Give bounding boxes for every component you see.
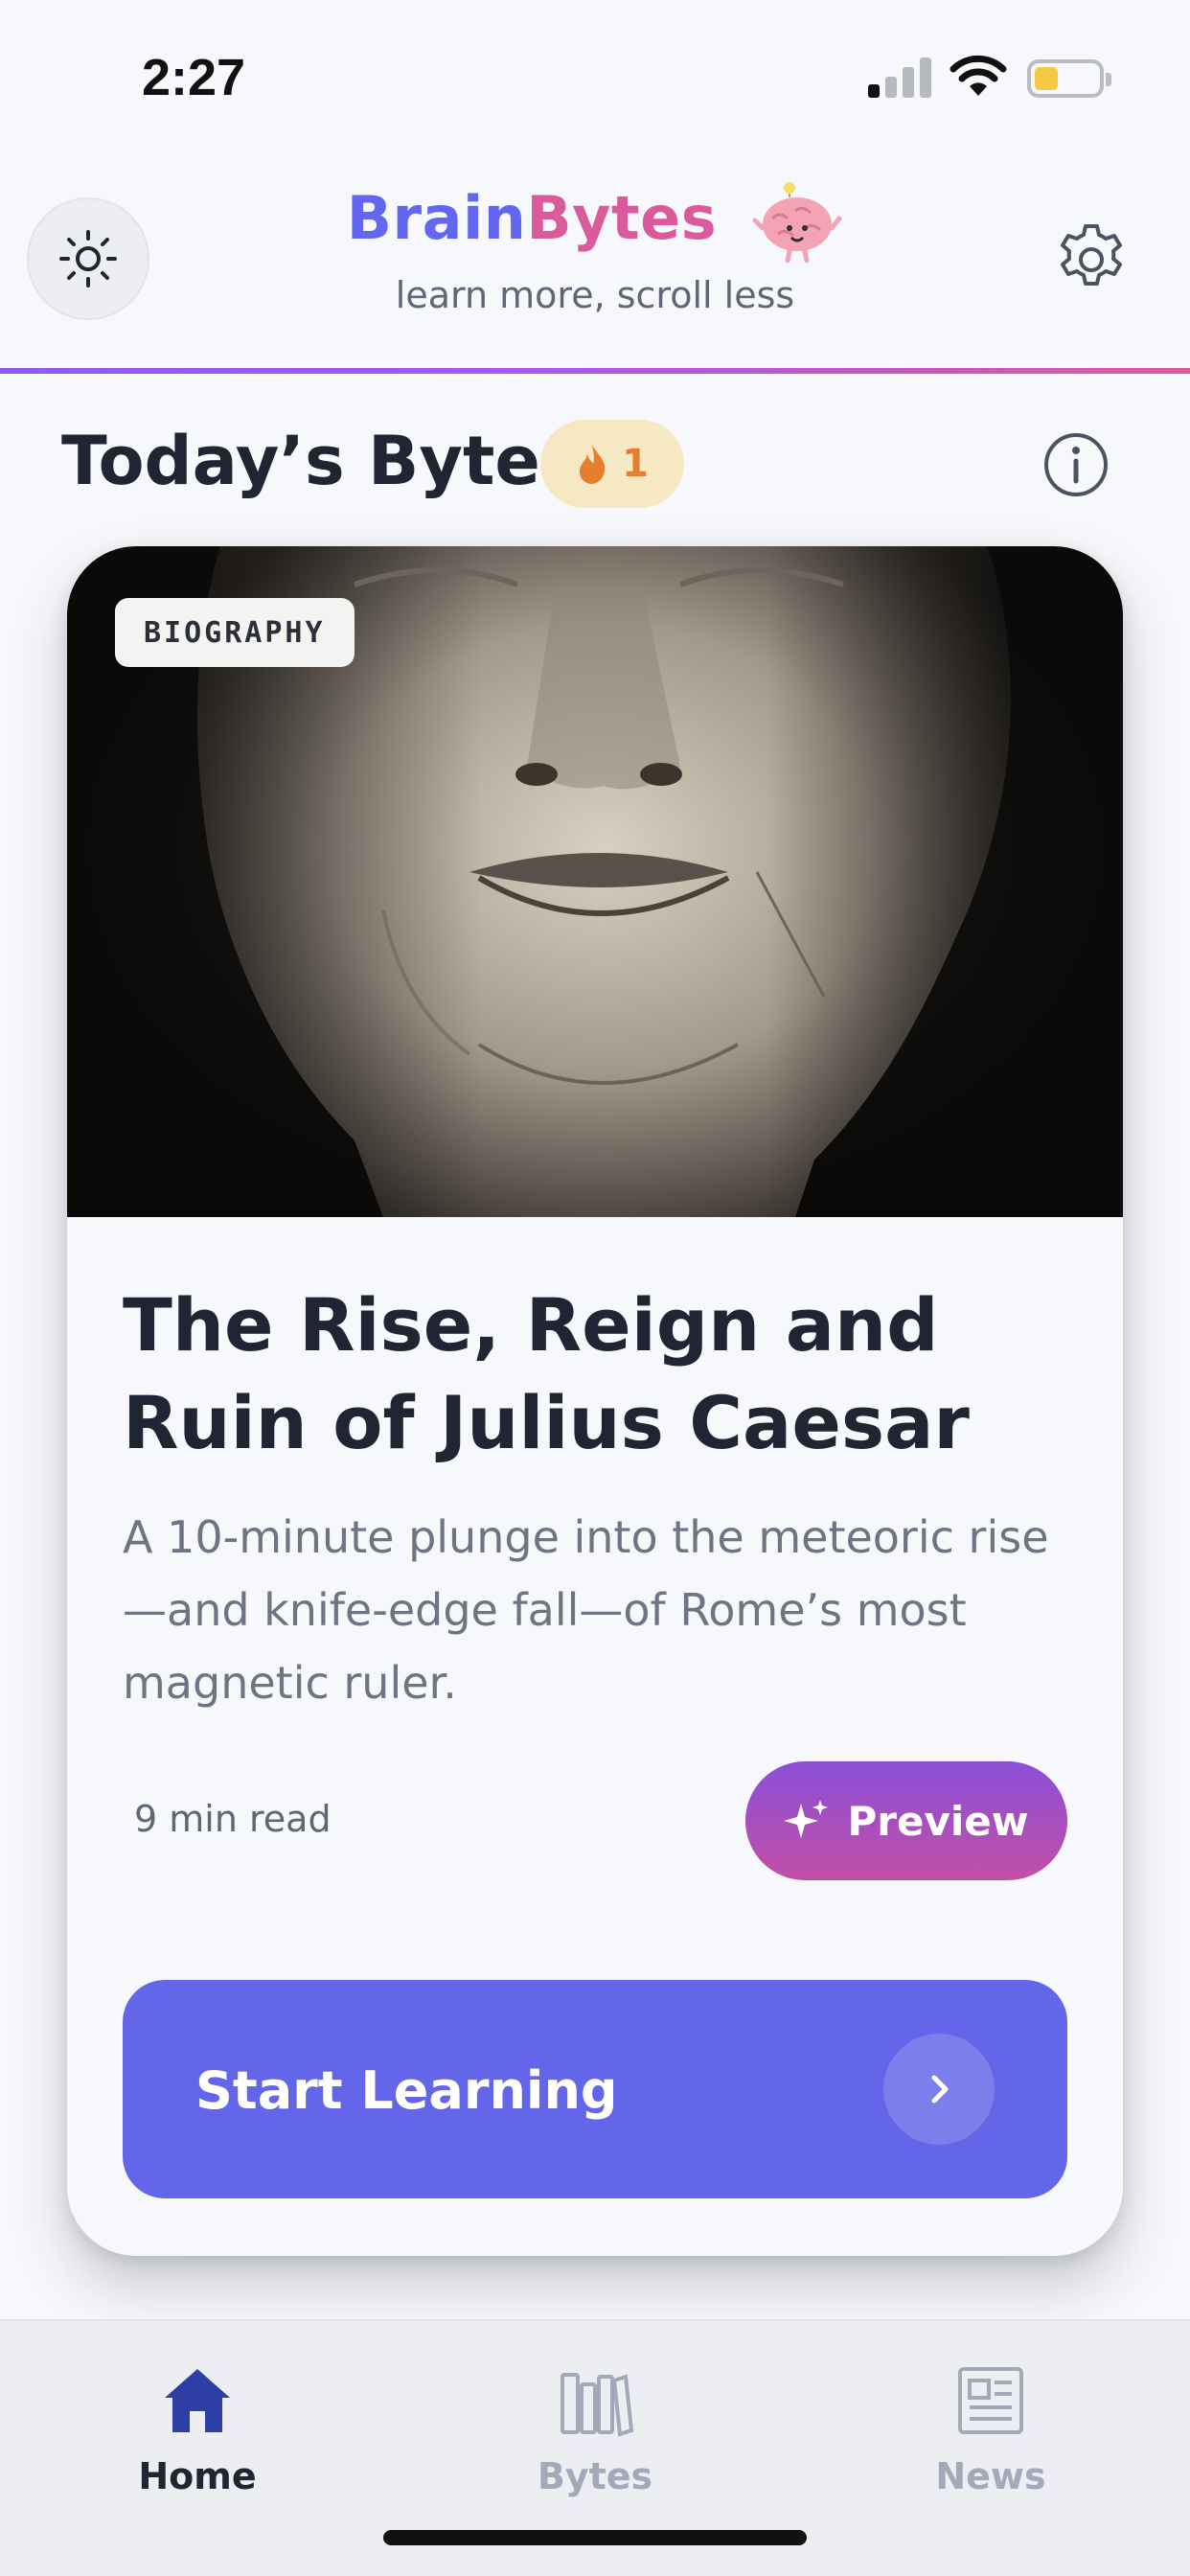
card-description: A 10-minute plunge into the meteoric ris… — [123, 1511, 1049, 1709]
cellular-signal-icon — [868, 58, 931, 98]
settings-button[interactable] — [1048, 217, 1134, 303]
streak-badge: 1 — [540, 420, 684, 508]
tab-news[interactable]: News — [876, 2344, 1106, 2536]
brand-name-part1: Brain — [346, 183, 527, 254]
hero-image: BIOGRAPHY — [67, 546, 1123, 1217]
tab-bytes-label: Bytes — [537, 2455, 653, 2497]
info-icon[interactable] — [1042, 431, 1110, 498]
card-title: The Rise, Reign and Ruin of Julius Caesa… — [123, 1282, 970, 1465]
tab-news-label: News — [935, 2455, 1046, 2497]
preview-button[interactable]: Preview — [745, 1761, 1067, 1880]
streak-count: 1 — [622, 442, 649, 486]
tagline: learn more, scroll less — [395, 274, 795, 316]
app-logo: BrainBytes — [0, 182, 1190, 263]
header-divider — [0, 368, 1190, 374]
tab-home[interactable]: Home — [82, 2344, 312, 2536]
section-title: Today’s Byte — [61, 422, 540, 500]
preview-label: Preview — [847, 1797, 1029, 1845]
flame-icon — [580, 445, 606, 484]
read-time: 9 min read — [134, 1798, 332, 1840]
books-icon — [561, 2373, 633, 2437]
tab-home-label: Home — [138, 2455, 257, 2497]
brand-name-part2: Bytes — [526, 183, 718, 254]
status-time: 2:27 — [142, 49, 246, 106]
category-tag: BIOGRAPHY — [115, 598, 355, 667]
start-learning-label: Start Learning — [195, 2060, 618, 2121]
wifi-icon — [950, 55, 1007, 96]
newspaper-icon — [958, 2367, 1023, 2434]
battery-icon — [1027, 59, 1111, 98]
home-indicator — [383, 2530, 807, 2545]
status-bar: 2:27 — [0, 0, 1190, 153]
todays-byte-card[interactable]: BIOGRAPHY The Rise, Reign and Ruin of Ju… — [67, 546, 1123, 2256]
chevron-right-icon — [883, 2034, 995, 2145]
gear-icon — [1061, 224, 1122, 286]
sparkles-icon — [784, 1800, 829, 1838]
app-header: BrainBytes learn more, scroll less — [0, 153, 1190, 372]
tab-bytes[interactable]: Bytes — [480, 2344, 710, 2536]
home-icon — [165, 2369, 230, 2432]
brain-mascot-icon — [752, 182, 842, 263]
start-learning-button[interactable]: Start Learning — [123, 1980, 1067, 2198]
